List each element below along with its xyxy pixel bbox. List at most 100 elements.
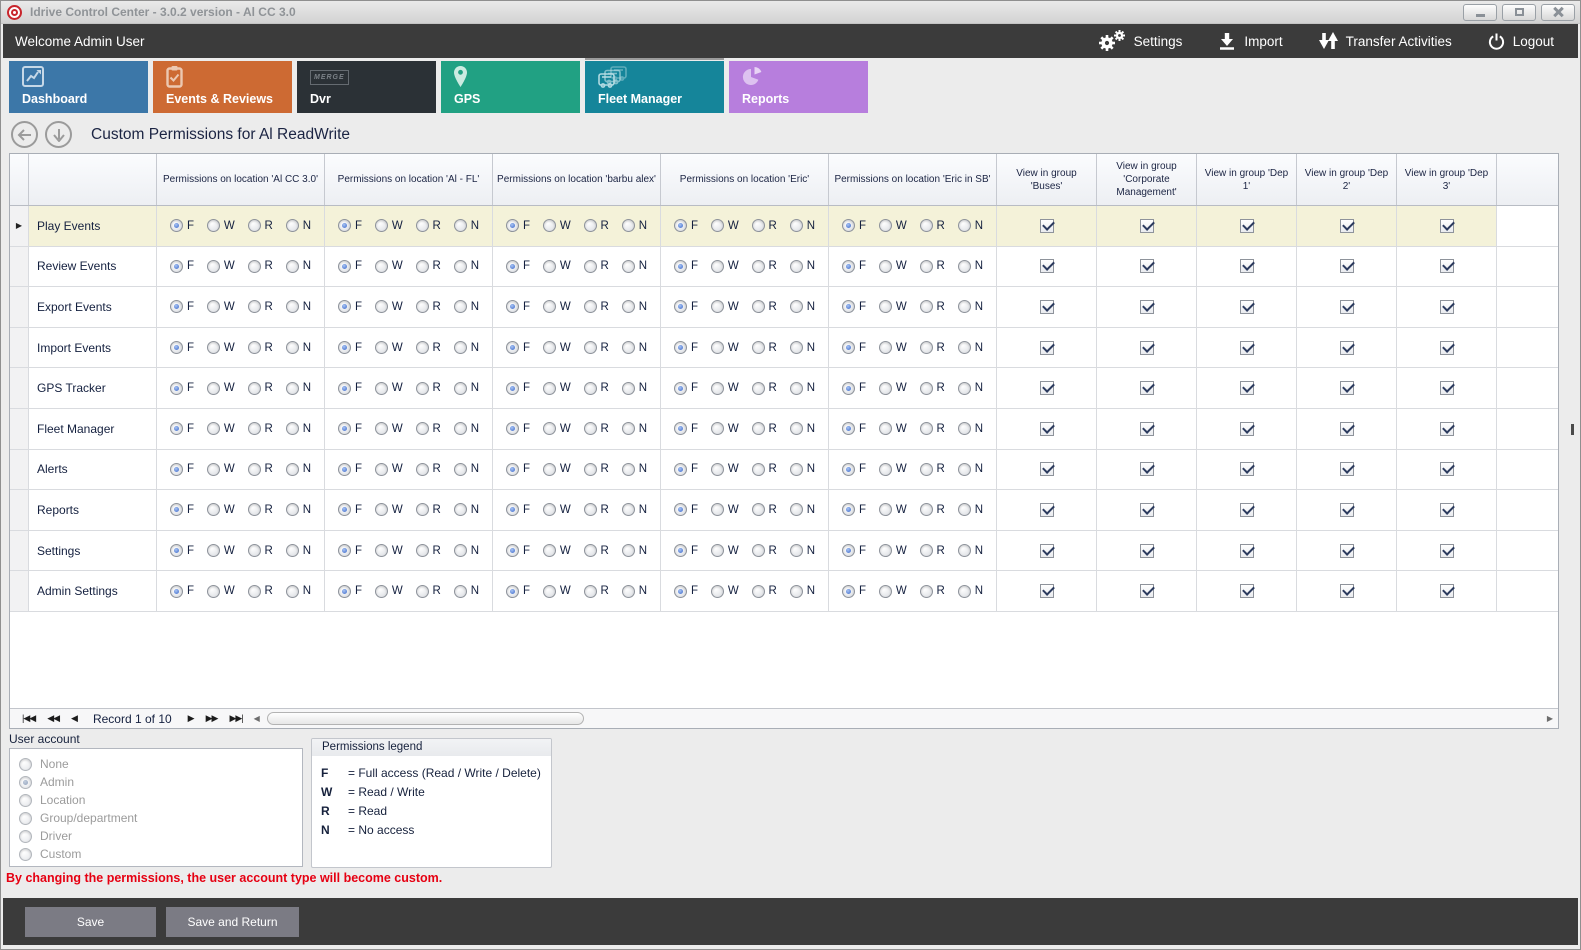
group-checkbox[interactable] xyxy=(1240,422,1254,436)
permission-radio-n[interactable]: N xyxy=(286,341,311,354)
user-account-option-location[interactable]: Location xyxy=(10,791,302,809)
permission-radio-w[interactable]: W xyxy=(879,585,907,598)
permission-radio-f[interactable]: F xyxy=(674,422,698,435)
permission-radio-f[interactable]: F xyxy=(674,260,698,273)
permission-radio-r[interactable]: R xyxy=(752,382,777,395)
permission-radio-f[interactable]: F xyxy=(842,544,866,557)
permission-radio-n[interactable]: N xyxy=(286,382,311,395)
permission-radio-f[interactable]: F xyxy=(506,300,530,313)
permission-radio-f[interactable]: F xyxy=(338,585,362,598)
permission-radio-r[interactable]: R xyxy=(920,382,945,395)
permission-radio-n[interactable]: N xyxy=(622,341,647,354)
permission-radio-r[interactable]: R xyxy=(752,300,777,313)
group-checkbox[interactable] xyxy=(1340,341,1354,355)
permission-radio-f[interactable]: F xyxy=(506,382,530,395)
user-account-option-custom[interactable]: Custom xyxy=(10,845,302,863)
permission-radio-w[interactable]: W xyxy=(375,300,403,313)
permission-radio-f[interactable]: F xyxy=(842,219,866,232)
permission-radio-n[interactable]: N xyxy=(958,382,983,395)
permission-radio-n[interactable]: N xyxy=(454,382,479,395)
permission-radio-r[interactable]: R xyxy=(920,422,945,435)
permission-radio-r[interactable]: R xyxy=(248,463,273,476)
prev-record-button[interactable]: ◀ xyxy=(65,713,83,724)
tab-gps[interactable]: GPS xyxy=(441,61,580,113)
prev-page-button[interactable]: ◀◀ xyxy=(41,713,65,724)
permission-radio-w[interactable]: W xyxy=(543,260,571,273)
permission-radio-r[interactable]: R xyxy=(920,463,945,476)
permission-radio-r[interactable]: R xyxy=(416,585,441,598)
permission-radio-w[interactable]: W xyxy=(879,382,907,395)
permission-radio-w[interactable]: W xyxy=(711,300,739,313)
permission-radio-f[interactable]: F xyxy=(170,260,194,273)
permission-radio-n[interactable]: N xyxy=(958,300,983,313)
permission-radio-r[interactable]: R xyxy=(248,260,273,273)
permission-radio-n[interactable]: N xyxy=(286,585,311,598)
permission-radio-r[interactable]: R xyxy=(920,219,945,232)
group-checkbox[interactable] xyxy=(1240,462,1254,476)
permission-radio-w[interactable]: W xyxy=(879,219,907,232)
permission-radio-r[interactable]: R xyxy=(416,422,441,435)
permission-radio-w[interactable]: W xyxy=(207,503,235,516)
permission-radio-f[interactable]: F xyxy=(170,585,194,598)
expand-button[interactable] xyxy=(45,121,72,148)
permission-radio-r[interactable]: R xyxy=(584,300,609,313)
minimize-button[interactable] xyxy=(1463,4,1497,21)
user-account-option-driver[interactable]: Driver xyxy=(10,827,302,845)
permission-radio-n[interactable]: N xyxy=(958,463,983,476)
permission-radio-f[interactable]: F xyxy=(338,544,362,557)
header-group-4[interactable]: View in group 'Dep 3' xyxy=(1397,154,1497,205)
permission-radio-n[interactable]: N xyxy=(454,585,479,598)
scroll-left-button[interactable]: ◀ xyxy=(249,714,265,723)
permission-radio-f[interactable]: F xyxy=(842,382,866,395)
permission-radio-f[interactable]: F xyxy=(842,503,866,516)
horizontal-scrollbar-thumb[interactable] xyxy=(267,712,584,725)
permission-radio-r[interactable]: R xyxy=(920,341,945,354)
horizontal-scrollbar-track[interactable] xyxy=(265,712,1538,726)
permission-radio-f[interactable]: F xyxy=(170,544,194,557)
group-checkbox[interactable] xyxy=(1140,462,1154,476)
permission-radio-r[interactable]: R xyxy=(248,341,273,354)
permission-radio-w[interactable]: W xyxy=(207,382,235,395)
permission-radio-n[interactable]: N xyxy=(958,503,983,516)
permission-radio-n[interactable]: N xyxy=(454,544,479,557)
permission-radio-w[interactable]: W xyxy=(879,503,907,516)
permission-radio-w[interactable]: W xyxy=(879,260,907,273)
permission-radio-f[interactable]: F xyxy=(674,382,698,395)
permission-radio-n[interactable]: N xyxy=(622,463,647,476)
permission-radio-w[interactable]: W xyxy=(375,219,403,232)
permission-radio-f[interactable]: F xyxy=(170,382,194,395)
header-location-4[interactable]: Permissions on location 'Eric in SB' xyxy=(829,154,997,205)
permission-radio-r[interactable]: R xyxy=(920,544,945,557)
user-account-option-admin[interactable]: Admin xyxy=(10,773,302,791)
permission-radio-n[interactable]: N xyxy=(454,341,479,354)
permission-radio-w[interactable]: W xyxy=(711,382,739,395)
permission-radio-r[interactable]: R xyxy=(416,544,441,557)
permission-radio-r[interactable]: R xyxy=(416,341,441,354)
group-checkbox[interactable] xyxy=(1240,219,1254,233)
save-and-return-button[interactable]: Save and Return xyxy=(166,907,299,937)
permission-radio-f[interactable]: F xyxy=(338,382,362,395)
permission-radio-r[interactable]: R xyxy=(416,463,441,476)
permission-radio-r[interactable]: R xyxy=(752,544,777,557)
header-location-1[interactable]: Permissions on location 'Al - FL' xyxy=(325,154,493,205)
permission-radio-n[interactable]: N xyxy=(622,585,647,598)
header-group-2[interactable]: View in group 'Dep 1' xyxy=(1197,154,1297,205)
group-checkbox[interactable] xyxy=(1240,544,1254,558)
permission-radio-w[interactable]: W xyxy=(375,503,403,516)
permission-radio-f[interactable]: F xyxy=(338,341,362,354)
group-checkbox[interactable] xyxy=(1240,503,1254,517)
permission-radio-n[interactable]: N xyxy=(958,260,983,273)
permission-radio-r[interactable]: R xyxy=(584,341,609,354)
group-checkbox[interactable] xyxy=(1340,544,1354,558)
permission-radio-n[interactable]: N xyxy=(286,422,311,435)
group-checkbox[interactable] xyxy=(1440,219,1454,233)
group-checkbox[interactable] xyxy=(1040,300,1054,314)
maximize-button[interactable] xyxy=(1502,4,1536,21)
group-checkbox[interactable] xyxy=(1440,584,1454,598)
header-group-0[interactable]: View in group 'Buses' xyxy=(997,154,1097,205)
permission-radio-r[interactable]: R xyxy=(248,544,273,557)
permission-radio-r[interactable]: R xyxy=(416,503,441,516)
permission-radio-w[interactable]: W xyxy=(711,463,739,476)
group-checkbox[interactable] xyxy=(1140,584,1154,598)
permission-radio-f[interactable]: F xyxy=(170,422,194,435)
